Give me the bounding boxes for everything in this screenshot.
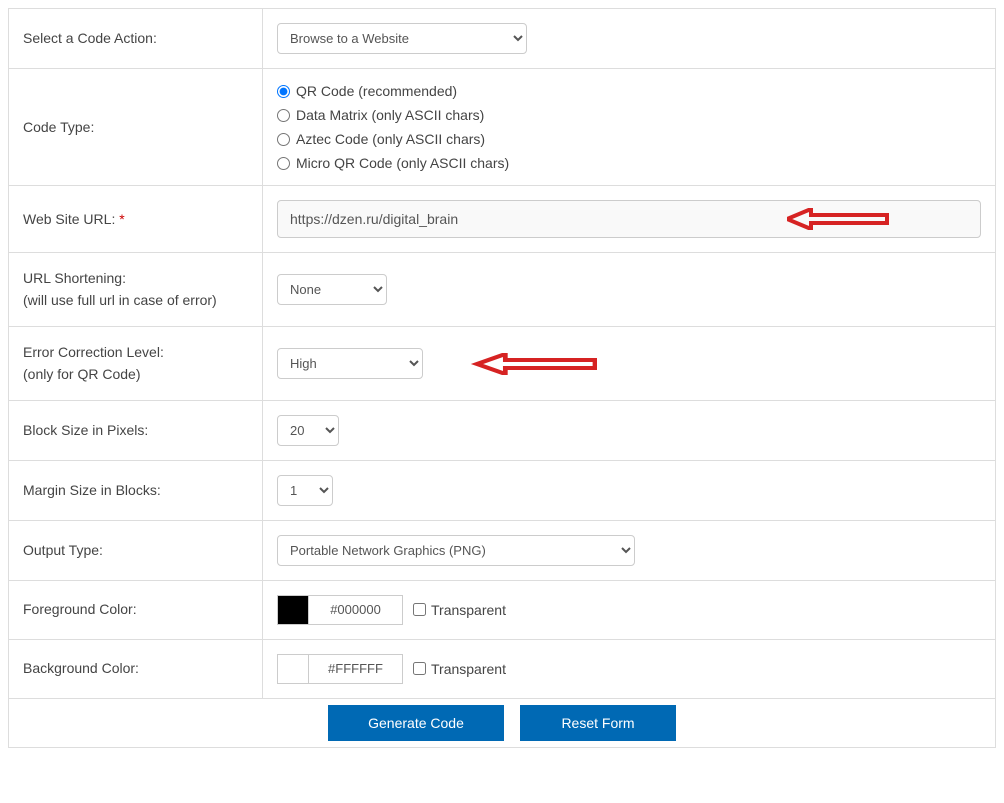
cell-buttons: Generate Code Reset Form <box>9 698 996 747</box>
label-url: Web Site URL: * <box>9 186 263 253</box>
cell-ecl: High <box>263 326 996 400</box>
radio-micro-qr[interactable]: Micro QR Code (only ASCII chars) <box>277 155 981 171</box>
label-fg-color: Foreground Color: <box>9 580 263 639</box>
radio-data-matrix[interactable]: Data Matrix (only ASCII chars) <box>277 107 981 123</box>
label-text: Background Color: <box>23 660 139 676</box>
label-text: Foreground Color: <box>23 601 137 617</box>
generate-button[interactable]: Generate Code <box>328 705 504 741</box>
bg-swatch[interactable] <box>278 655 308 683</box>
radio-label: Data Matrix (only ASCII chars) <box>296 107 484 123</box>
radio-label: Aztec Code (only ASCII chars) <box>296 131 485 147</box>
label-url-shortening: URL Shortening: (will use full url in ca… <box>9 253 263 327</box>
bg-color-box <box>277 654 403 684</box>
label-block-size: Block Size in Pixels: <box>9 400 263 460</box>
label-sub-text: (only for QR Code) <box>23 366 140 382</box>
label-sub-text: (will use full url in case of error) <box>23 292 217 308</box>
label-text: Select a Code Action: <box>23 30 157 46</box>
url-shortening-select[interactable]: None <box>277 274 387 305</box>
radio-label: Micro QR Code (only ASCII chars) <box>296 155 509 171</box>
cell-fg-color: Transparent <box>263 580 996 639</box>
checkbox-label: Transparent <box>431 661 506 677</box>
radio-input[interactable] <box>277 133 290 146</box>
radio-label: QR Code (recommended) <box>296 83 457 99</box>
radio-input[interactable] <box>277 157 290 170</box>
label-text: Web Site URL: <box>23 211 115 227</box>
bg-transparent-checkbox[interactable] <box>413 662 426 675</box>
cell-url <box>263 186 996 253</box>
cell-block-size: 20 <box>263 400 996 460</box>
code-type-radios: QR Code (recommended) Data Matrix (only … <box>277 83 981 171</box>
label-bg-color: Background Color: <box>9 639 263 698</box>
fg-swatch[interactable] <box>278 596 308 624</box>
label-text: Block Size in Pixels: <box>23 422 148 438</box>
cell-output-type: Portable Network Graphics (PNG) <box>263 520 996 580</box>
block-size-select[interactable]: 20 <box>277 415 339 446</box>
cell-code-type: QR Code (recommended) Data Matrix (only … <box>263 69 996 186</box>
code-action-select[interactable]: Browse to a Website <box>277 23 527 54</box>
label-code-action: Select a Code Action: <box>9 9 263 69</box>
label-ecl: Error Correction Level: (only for QR Cod… <box>9 326 263 400</box>
bg-color-input[interactable] <box>308 655 402 683</box>
cell-code-action: Browse to a Website <box>263 9 996 69</box>
output-type-select[interactable]: Portable Network Graphics (PNG) <box>277 535 635 566</box>
reset-button[interactable]: Reset Form <box>520 705 676 741</box>
fg-color-box <box>277 595 403 625</box>
margin-size-select[interactable]: 1 <box>277 475 333 506</box>
label-margin-size: Margin Size in Blocks: <box>9 460 263 520</box>
label-code-type: Code Type: <box>9 69 263 186</box>
annotation-arrow-icon <box>467 353 597 375</box>
required-mark: * <box>119 211 124 227</box>
cell-bg-color: Transparent <box>263 639 996 698</box>
checkbox-label: Transparent <box>431 602 506 618</box>
label-output-type: Output Type: <box>9 520 263 580</box>
bg-transparent-label[interactable]: Transparent <box>413 661 506 677</box>
radio-aztec[interactable]: Aztec Code (only ASCII chars) <box>277 131 981 147</box>
label-text: Output Type: <box>23 542 103 558</box>
url-input[interactable] <box>277 200 981 238</box>
cell-url-shortening: None <box>263 253 996 327</box>
label-text: Code Type: <box>23 119 94 135</box>
cell-margin-size: 1 <box>263 460 996 520</box>
radio-input[interactable] <box>277 85 290 98</box>
qr-form-table: Select a Code Action: Browse to a Websit… <box>8 8 996 748</box>
label-text: URL Shortening: <box>23 270 126 286</box>
ecl-select[interactable]: High <box>277 348 423 379</box>
label-text: Margin Size in Blocks: <box>23 482 161 498</box>
label-text: Error Correction Level: <box>23 344 164 360</box>
fg-transparent-label[interactable]: Transparent <box>413 602 506 618</box>
fg-transparent-checkbox[interactable] <box>413 603 426 616</box>
radio-input[interactable] <box>277 109 290 122</box>
fg-color-input[interactable] <box>308 596 402 624</box>
radio-qr-code[interactable]: QR Code (recommended) <box>277 83 981 99</box>
